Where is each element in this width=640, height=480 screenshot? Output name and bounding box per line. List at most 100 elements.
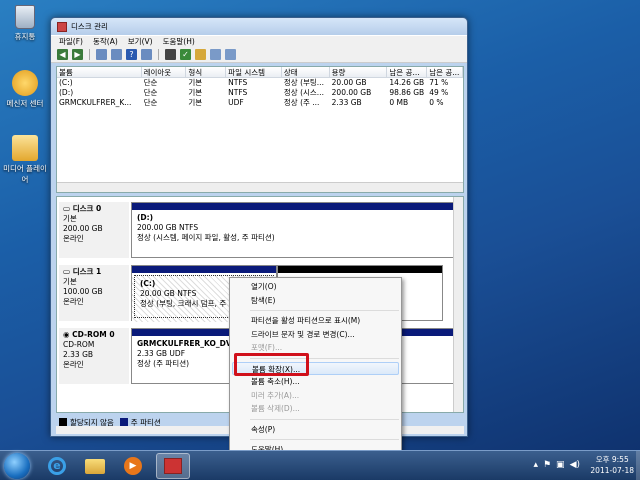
col-header-status[interactable]: 상태 xyxy=(282,67,330,77)
disk-state: 온라인 xyxy=(63,234,84,243)
table-row[interactable]: (C:) 단순 기본 NTFS 정상 (부팅... 20.00 GB 14.26… xyxy=(57,78,463,88)
disk-size: 100.00 GB xyxy=(63,287,103,296)
unallocated-bar xyxy=(278,266,442,273)
menu-item-open[interactable]: 열기(O) xyxy=(230,280,401,294)
notification-chevron-icon[interactable]: ▴ xyxy=(533,460,538,470)
partition-d[interactable]: (D:) 200.00 GB NTFS 정상 (시스템, 페이지 파일, 활성,… xyxy=(131,202,461,258)
disk-name: CD-ROM 0 xyxy=(72,330,115,339)
cell-capacity: 200.00 GB xyxy=(331,88,372,97)
disk-info-1[interactable]: ▭ 디스크 1 기본 100.00 GB 온라인 xyxy=(59,265,129,321)
taskbar-explorer[interactable] xyxy=(78,453,112,479)
disk-info-cdrom[interactable]: ◉ CD-ROM 0 CD-ROM 2.33 GB 온라인 xyxy=(59,328,129,384)
disk-size: 200.00 GB xyxy=(63,224,103,233)
primary-swatch xyxy=(119,418,128,426)
console-tree-icon[interactable] xyxy=(96,49,107,60)
col-header-volume[interactable]: 볼륨 xyxy=(57,67,142,77)
forward-icon[interactable]: ▶ xyxy=(72,49,83,60)
cell-volume: (D:) xyxy=(59,88,74,97)
action-center-flag-icon[interactable]: ⚑ xyxy=(543,460,551,470)
vertical-scrollbar[interactable] xyxy=(453,197,463,412)
cell-capacity: 20.00 GB xyxy=(331,78,367,87)
unallocated-swatch xyxy=(59,418,67,426)
col-header-free[interactable]: 남은 공... xyxy=(387,67,428,77)
cell-status: 정상 (부팅... xyxy=(283,78,324,87)
col-header-free-pct[interactable]: 남은 공... xyxy=(427,67,464,77)
disk-type: 기본 xyxy=(63,277,77,286)
recycle-bin-icon xyxy=(15,5,35,29)
disk-size: 2.33 GB xyxy=(63,350,94,359)
col-header-layout[interactable]: 레이아웃 xyxy=(142,67,187,77)
menu-item-change-drive-letter[interactable]: 드라이브 문자 및 경로 변경(C)... xyxy=(230,328,401,342)
folder-icon[interactable] xyxy=(195,49,206,60)
menu-file[interactable]: 파일(F) xyxy=(59,36,83,47)
menu-item-add-mirror: 미러 추가(A)... xyxy=(251,390,300,400)
volume-list-header: 볼륨 레이아웃 형식 파일 시스템 상태 용량 남은 공... 남은 공... xyxy=(57,67,464,78)
disk-row-0: ▭ 디스크 0 기본 200.00 GB 온라인 (D:) 200.00 GB … xyxy=(59,202,461,260)
title-bar[interactable]: 디스크 관리 xyxy=(51,18,467,35)
menu-item-shrink-volume[interactable]: 볼륨 축소(H)... xyxy=(230,375,401,389)
desktop-icon-recycle-bin[interactable]: 휴지통 xyxy=(0,5,50,42)
cell-volume: GRMCKULFRER_K... xyxy=(59,98,132,107)
cell-free-pct: 49 % xyxy=(429,88,449,97)
col-header-capacity[interactable]: 용량 xyxy=(330,67,388,77)
col-header-filesystem[interactable]: 파일 시스템 xyxy=(226,67,282,77)
taskbar-disk-management[interactable] xyxy=(156,453,190,479)
cell-type: 기본 xyxy=(188,78,203,87)
connect-icon[interactable] xyxy=(165,49,176,60)
col-header-type[interactable]: 형식 xyxy=(186,67,227,77)
cell-fs: NTFS xyxy=(228,88,248,97)
menu-view[interactable]: 보기(V) xyxy=(128,36,153,47)
cell-free-pct: 0 % xyxy=(429,98,444,107)
clock[interactable]: 오후 9:55 2011-07-18 xyxy=(590,454,634,476)
toolbar: ◀ ▶ ? ✓ xyxy=(51,47,467,63)
desktop-icon-label: 미디어 플레이어 xyxy=(3,164,47,184)
partition-size: 200.00 GB NTFS xyxy=(137,223,199,232)
show-desktop-button[interactable] xyxy=(636,451,640,480)
new-icon[interactable] xyxy=(210,49,221,60)
cell-status: 정상 (시스... xyxy=(283,88,324,97)
clock-date: 2011-07-18 xyxy=(590,466,634,475)
cell-type: 기본 xyxy=(188,88,203,97)
table-row[interactable]: (D:) 단순 기본 NTFS 정상 (시스... 200.00 GB 98.8… xyxy=(57,88,463,98)
disk-info-0[interactable]: ▭ 디스크 0 기본 200.00 GB 온라인 xyxy=(59,202,129,258)
taskbar-ie[interactable]: e xyxy=(40,453,74,479)
table-row[interactable]: GRMCKULFRER_K... 단순 기본 UDF 정상 (주 ... 2.3… xyxy=(57,98,463,108)
primary-partition-bar xyxy=(132,266,276,273)
media-player-icon xyxy=(12,135,38,161)
folder-icon xyxy=(85,458,105,474)
help-icon[interactable]: ? xyxy=(126,49,137,60)
menu-item-mark-active[interactable]: 파티션을 활성 파티션으로 표시(M) xyxy=(230,314,401,328)
cell-type: 기본 xyxy=(188,98,203,107)
cell-free: 14.26 GB xyxy=(389,78,425,87)
cell-capacity: 2.33 GB xyxy=(331,98,362,107)
desktop-icon-messenger[interactable]: 메신저 센터 xyxy=(0,70,50,109)
menu-item-explore[interactable]: 탐색(E) xyxy=(230,294,401,308)
back-icon[interactable]: ◀ xyxy=(57,49,68,60)
disk-management-icon xyxy=(164,458,182,474)
start-button[interactable] xyxy=(4,453,30,479)
volume-icon[interactable]: ◀) xyxy=(570,460,580,470)
network-icon[interactable]: ▣ xyxy=(556,460,565,470)
menu-help[interactable]: 도움말(H) xyxy=(163,36,195,47)
toolbar-divider xyxy=(89,49,90,60)
cdrom-icon: ◉ xyxy=(63,330,73,339)
check-icon[interactable]: ✓ xyxy=(180,49,191,60)
list-view-icon[interactable] xyxy=(111,49,122,60)
properties-icon[interactable] xyxy=(141,49,152,60)
cell-fs: NTFS xyxy=(228,78,248,87)
horizontal-scrollbar[interactable] xyxy=(57,182,463,192)
menu-item-properties[interactable]: 속성(P) xyxy=(230,423,401,437)
disk-state: 온라인 xyxy=(63,360,84,369)
cell-layout: 단순 xyxy=(143,88,158,97)
partition-label: (D:) xyxy=(137,213,154,222)
desktop-icon-media-player[interactable]: 미디어 플레이어 xyxy=(0,135,50,185)
cell-layout: 단순 xyxy=(143,98,158,107)
taskbar-media[interactable]: ▶ xyxy=(116,453,150,479)
cell-fs: UDF xyxy=(228,98,244,107)
menu-action[interactable]: 동작(A) xyxy=(93,36,118,47)
highlight-callout-box xyxy=(234,353,309,376)
list-icon[interactable] xyxy=(225,49,236,60)
cell-free-pct: 71 % xyxy=(429,78,449,87)
disk-name: 디스크 1 xyxy=(72,267,102,276)
volume-list: 볼륨 레이아웃 형식 파일 시스템 상태 용량 남은 공... 남은 공... … xyxy=(56,66,464,193)
